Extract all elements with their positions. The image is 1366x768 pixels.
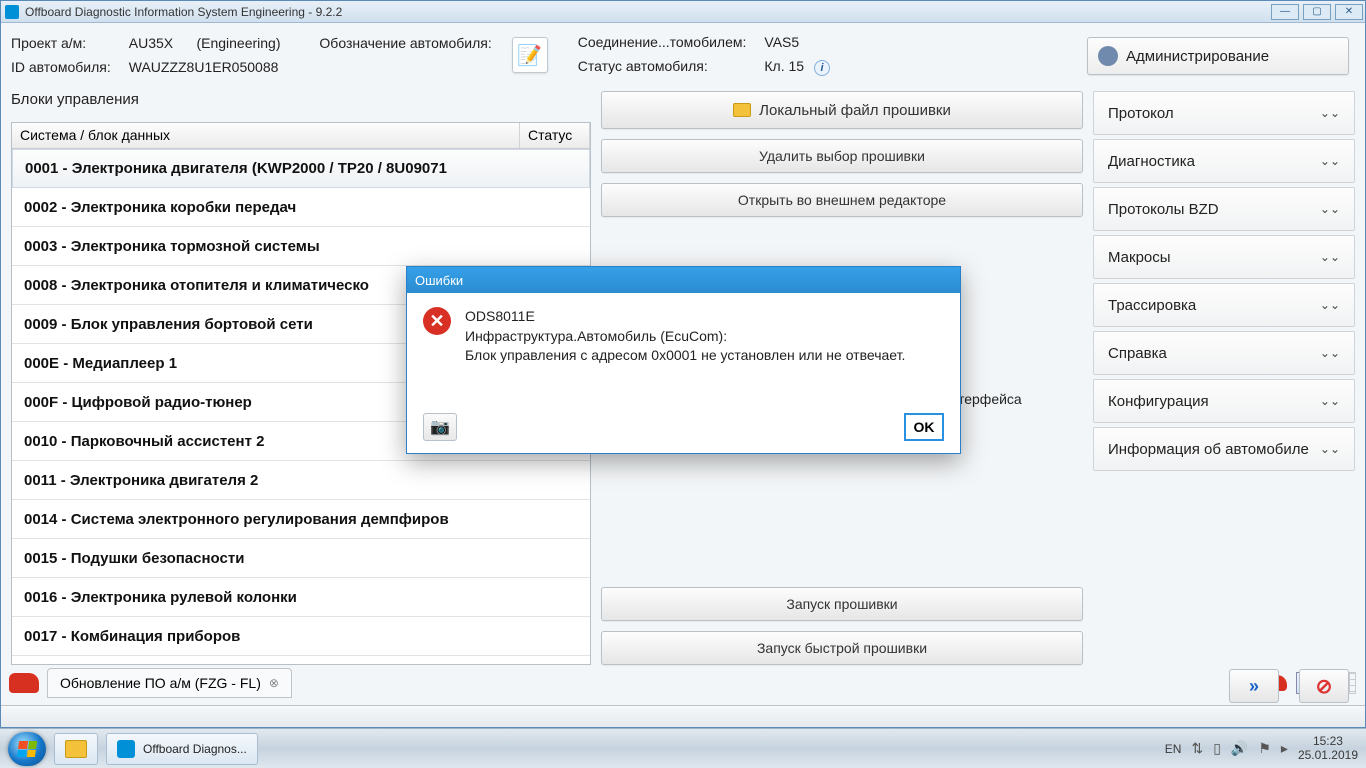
vehicle-id-label: ID автомобиля: [11,59,111,75]
chevron-down-icon: ⌄⌄ [1320,394,1340,408]
window-title: Offboard Diagnostic Information System E… [25,5,342,19]
car-icon[interactable] [9,673,39,693]
chevron-down-icon: ⌄⌄ [1320,154,1340,168]
explorer-icon [65,740,87,758]
table-row[interactable]: 0001 - Электроника двигателя (KWP2000 / … [12,149,590,188]
info-icon[interactable]: i [814,60,830,76]
app-icon [117,740,135,758]
folder-icon [733,103,751,117]
tray-time: 15:23 [1298,735,1358,748]
taskbar: Offboard Diagnos... EN ⇅ ▯ 🔊 ⚑ ▸ 15:23 2… [0,728,1366,768]
vehicle-status-value: Кл. 15 [764,58,804,74]
table-row[interactable]: 0002 - Электроника коробки передач [12,188,590,227]
dialog-text: ODS8011E Инфраструктура.Автомобиль (EcuC… [465,307,905,366]
tray-volume-icon[interactable]: 🔊 [1231,740,1248,757]
tray-lang[interactable]: EN [1165,742,1182,756]
chevron-down-icon: ⌄⌄ [1320,298,1340,312]
acc-config[interactable]: Конфигурация⌄⌄ [1093,379,1355,423]
admin-label: Администрирование [1126,48,1269,65]
local-firmware-button[interactable]: Локальный файл прошивки [601,91,1083,129]
taskbar-explorer[interactable] [54,733,98,765]
project-label: Проект а/м: [11,35,111,51]
taskbar-app[interactable]: Offboard Diagnos... [106,733,258,765]
chevron-down-icon: ⌄⌄ [1320,106,1340,120]
chevron-down-icon: ⌄⌄ [1320,202,1340,216]
acc-protocols-bzd[interactable]: Протоколы BZD⌄⌄ [1093,187,1355,231]
app-icon [5,5,19,19]
tray-date: 25.01.2019 [1298,749,1358,762]
acc-help[interactable]: Справка⌄⌄ [1093,331,1355,375]
acc-protocol[interactable]: Протокол⌄⌄ [1093,91,1355,135]
close-button[interactable]: ✕ [1335,4,1363,20]
cancel-button[interactable]: ⊘ [1299,669,1349,703]
chevron-down-icon: ⌄⌄ [1320,250,1340,264]
error-code: ODS8011E [465,307,905,327]
system-tray: EN ⇅ ▯ 🔊 ⚑ ▸ 15:23 25.01.2019 [1165,735,1358,761]
start-flash-button[interactable]: Запуск прошивки [601,587,1083,621]
titlebar: Offboard Diagnostic Information System E… [1,1,1365,23]
statusbar [1,705,1365,727]
chevron-down-icon: ⌄⌄ [1320,442,1340,456]
minimize-button[interactable]: — [1271,4,1299,20]
tray-battery-icon[interactable]: ▯ [1213,740,1221,757]
mode-value: (Engineering) [196,35,280,51]
error-line2: Инфраструктура.Автомобиль (EcuCom): [465,327,905,347]
start-fast-flash-button[interactable]: Запуск быстрой прошивки [601,631,1083,665]
forward-button[interactable]: » [1229,669,1279,703]
error-line3: Блок управления с адресом 0x0001 не уста… [465,346,905,366]
windows-logo-icon [17,741,37,757]
screenshot-button[interactable]: 📷 [423,413,457,441]
vehicle-id-value: WAUZZZ8U1ER050088 [129,59,492,75]
acc-diagnostics[interactable]: Диагностика⌄⌄ [1093,139,1355,183]
acc-macros[interactable]: Макросы⌄⌄ [1093,235,1355,279]
right-accordion: Протокол⌄⌄ Диагностика⌄⌄ Протоколы BZD⌄⌄… [1093,91,1355,665]
delete-firmware-button[interactable]: Удалить выбор прошивки [601,139,1083,173]
app-window: Offboard Diagnostic Information System E… [0,0,1366,728]
start-button[interactable] [8,732,46,766]
tab-close-icon[interactable]: ⊗ [269,676,279,690]
vehicle-status-label: Статус автомобиля: [578,58,747,76]
table-row[interactable]: 0014 - Система электронного регулировани… [12,500,590,539]
footer-nav: » ⊘ [1229,669,1349,703]
left-panel-title: Блоки управления [11,91,591,108]
table-row[interactable]: 0015 - Подушки безопасности [12,539,590,578]
gear-icon [1098,46,1118,66]
col-status-header[interactable]: Статус [520,123,590,148]
tray-action-icon[interactable]: ⚑ [1258,740,1271,757]
taskbar-app-label: Offboard Diagnos... [143,742,247,756]
tray-flag-icon[interactable]: ▸ [1281,740,1288,757]
table-row[interactable]: 0011 - Электроника двигателя 2 [12,461,590,500]
table-row[interactable]: 0016 - Электроника рулевой колонки [12,578,590,617]
acc-vehicle-info[interactable]: Информация об автомобиле⌄⌄ [1093,427,1355,471]
error-dialog: Ошибки ✕ ODS8011E Инфраструктура.Автомоб… [406,266,961,454]
window-controls: — ▢ ✕ [1269,4,1365,20]
project-value: AU35X [129,35,173,51]
ok-button[interactable]: OK [904,413,944,441]
tray-clock[interactable]: 15:23 25.01.2019 [1298,735,1358,761]
connection-value: VAS5 [764,34,830,50]
error-icon: ✕ [423,307,451,335]
footer-tabbar: Обновление ПО а/м (FZG - FL) ⊗ ✖ [9,663,1357,703]
admin-button[interactable]: Администрирование [1087,37,1349,75]
tab-label: Обновление ПО а/м (FZG - FL) [60,675,261,691]
info-header: Проект а/м: AU35X (Engineering) Обозначе… [1,23,1365,87]
edit-icon[interactable]: 📝 [512,37,548,73]
tab-firmware-update[interactable]: Обновление ПО а/м (FZG - FL) ⊗ [47,668,292,698]
table-row[interactable]: 0017 - Комбинация приборов [12,617,590,656]
open-external-button[interactable]: Открыть во внешнем редакторе [601,183,1083,217]
table-row[interactable]: 0003 - Электроника тормозной системы [12,227,590,266]
tray-network-icon[interactable]: ⇅ [1191,740,1203,757]
designation-label: Обозначение автомобиля: [319,35,491,51]
col-system-header[interactable]: Система / блок данных [12,123,520,148]
local-firmware-label: Локальный файл прошивки [759,102,951,119]
connection-label: Соединение...томобилем: [578,34,747,50]
dialog-title: Ошибки [407,267,960,293]
acc-trace[interactable]: Трассировка⌄⌄ [1093,283,1355,327]
maximize-button[interactable]: ▢ [1303,4,1331,20]
chevron-down-icon: ⌄⌄ [1320,346,1340,360]
